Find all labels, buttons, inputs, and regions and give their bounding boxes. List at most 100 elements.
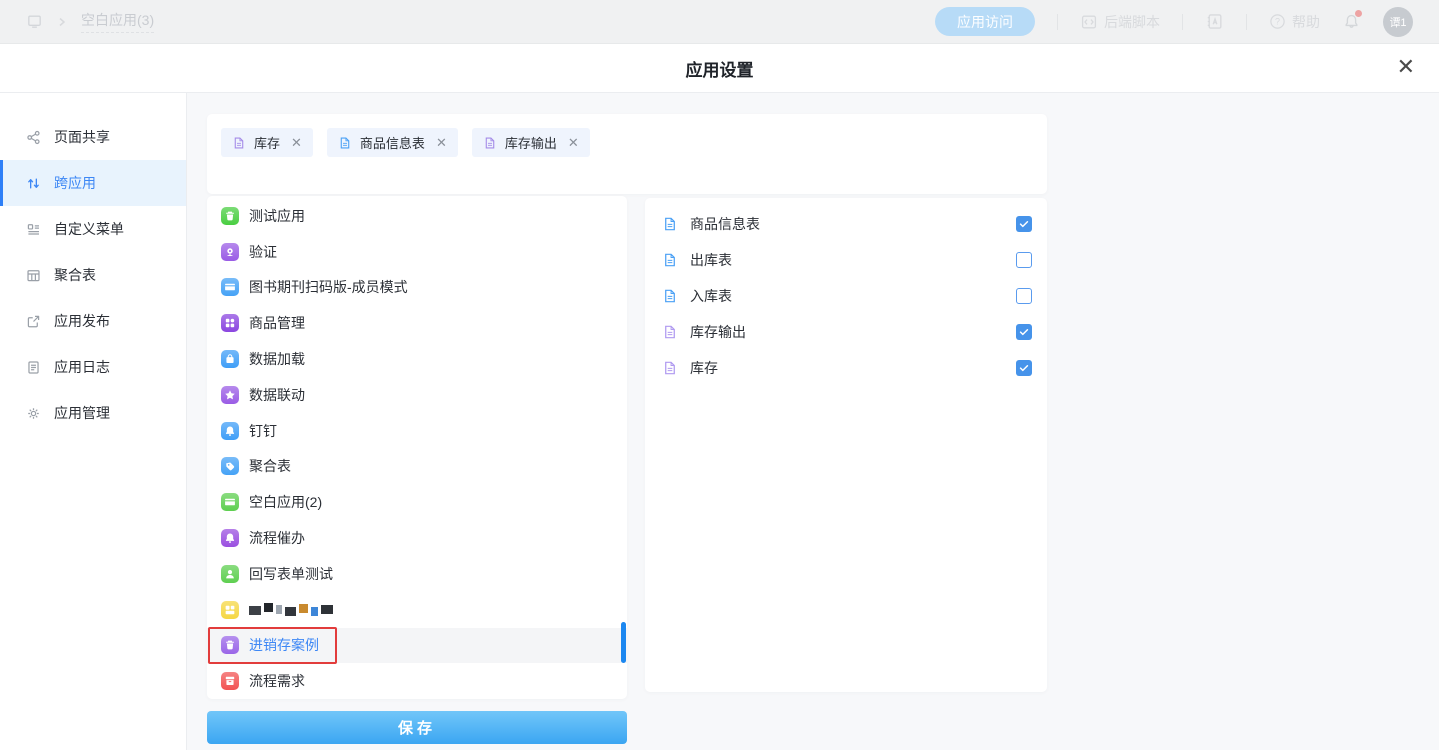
breadcrumb: 空白应用(3) — [26, 10, 154, 33]
divider — [1057, 14, 1058, 30]
trash-app-icon — [221, 207, 239, 225]
table-tag-chip: 库存 ✕ — [221, 128, 313, 157]
sidebar-item-label: 跨应用 — [54, 173, 96, 193]
app-publish-icon — [25, 313, 42, 330]
sidebar: 页面共享跨应用自定义菜单聚合表应用发布应用日志应用管理 — [0, 93, 187, 750]
app-list-item[interactable] — [207, 592, 627, 628]
bag-app-icon — [221, 350, 239, 368]
cross-app-icon — [25, 175, 42, 192]
user-avatar[interactable]: 谭1 — [1383, 7, 1413, 37]
sidebar-item-0[interactable]: 页面共享 — [0, 114, 186, 160]
table-checkbox-unchecked[interactable] — [1016, 288, 1032, 304]
gear-icon — [25, 405, 42, 422]
app-list-item[interactable]: 回写表单测试 — [207, 556, 627, 592]
table-name: 入库表 — [690, 286, 1004, 306]
document-icon — [232, 136, 246, 150]
app-list-item[interactable]: 验证 — [207, 234, 627, 270]
table-list-item: 库存 — [645, 350, 1047, 386]
backend-script-button[interactable]: 后端脚本 — [1080, 12, 1160, 32]
tag-label: 库存 — [254, 133, 280, 152]
app-list-item[interactable]: 数据加载 — [207, 341, 627, 377]
blocks-app-icon — [221, 601, 239, 619]
app-list-item[interactable]: 聚合表 — [207, 449, 627, 485]
help-label: 帮助 — [1292, 12, 1320, 32]
app-list-item[interactable]: 商品管理 — [207, 305, 627, 341]
table-checkbox-checked[interactable] — [1016, 360, 1032, 376]
app-list-item[interactable]: 流程需求 — [207, 663, 627, 699]
app-name: 聚合表 — [249, 456, 291, 476]
document-icon — [662, 252, 678, 268]
sidebar-item-4[interactable]: 应用发布 — [0, 298, 186, 344]
breadcrumb-app-name[interactable]: 空白应用(3) — [81, 10, 154, 33]
sidebar-item-1[interactable]: 跨应用 — [0, 160, 186, 206]
page-title: 应用设置 — [686, 56, 754, 81]
svg-text:?: ? — [1275, 17, 1280, 27]
table-list-item: 入库表 — [645, 278, 1047, 314]
sidebar-item-label: 自定义菜单 — [54, 219, 124, 239]
table-name: 出库表 — [690, 250, 1004, 270]
remove-tag-icon[interactable]: ✕ — [568, 135, 579, 151]
app-log-icon — [25, 359, 42, 376]
sidebar-item-2[interactable]: 自定义菜单 — [0, 206, 186, 252]
sidebar-item-label: 页面共享 — [54, 127, 110, 147]
tag-app-icon — [221, 457, 239, 475]
save-button[interactable]: 保存 — [207, 711, 627, 744]
table-list-item: 商品信息表 — [645, 206, 1047, 242]
api-docs-button[interactable] — [1205, 12, 1224, 31]
sidebar-item-label: 应用日志 — [54, 357, 110, 377]
app-name: 数据联动 — [249, 385, 305, 405]
card-app-icon — [221, 278, 239, 296]
app-name: 测试应用 — [249, 206, 305, 226]
app-list-item[interactable]: 数据联动 — [207, 377, 627, 413]
sidebar-item-5[interactable]: 应用日志 — [0, 344, 186, 390]
camera-app-icon — [221, 243, 239, 261]
table-checkbox-unchecked[interactable] — [1016, 252, 1032, 268]
remove-tag-icon[interactable]: ✕ — [291, 135, 302, 151]
star-app-icon — [221, 386, 239, 404]
help-button[interactable]: ? 帮助 — [1269, 12, 1320, 32]
app-list-item[interactable]: 流程催办 — [207, 520, 627, 556]
tag-label: 库存输出 — [505, 133, 557, 152]
app-list-item[interactable]: 空白应用(2) — [207, 484, 627, 520]
modal-header: 应用设置 ✕ — [0, 44, 1439, 93]
bell-app-icon — [221, 529, 239, 547]
table-list-panel: 商品信息表出库表入库表库存输出库存 — [645, 198, 1047, 692]
table-name: 库存 — [690, 358, 1004, 378]
person-app-icon — [221, 565, 239, 583]
table-name: 商品信息表 — [690, 214, 1004, 234]
box-app-icon — [221, 672, 239, 690]
selected-tables-panel: 库存✕商品信息表✕库存输出✕ — [207, 114, 1047, 194]
sidebar-item-label: 应用发布 — [54, 311, 110, 331]
card-app-icon — [221, 493, 239, 511]
close-icon[interactable]: ✕ — [1397, 56, 1415, 78]
app-list-item[interactable]: 测试应用 — [207, 198, 627, 234]
table-list-item: 出库表 — [645, 242, 1047, 278]
redacted-app-name — [249, 603, 333, 617]
sidebar-item-3[interactable]: 聚合表 — [0, 252, 186, 298]
document-icon — [662, 216, 678, 232]
notification-bell-icon[interactable] — [1342, 12, 1361, 31]
address-book-icon — [1205, 12, 1224, 31]
custom-menu-icon — [25, 221, 42, 238]
grid-app-icon — [221, 314, 239, 332]
sidebar-item-label: 聚合表 — [54, 265, 96, 285]
app-list-item[interactable]: 图书期刊扫码版-成员模式 — [207, 270, 627, 306]
app-list-item[interactable]: 钉钉 — [207, 413, 627, 449]
table-checkbox-checked[interactable] — [1016, 324, 1032, 340]
app-name: 商品管理 — [249, 313, 305, 333]
remove-tag-icon[interactable]: ✕ — [436, 135, 447, 151]
topbar: 空白应用(3) 应用访问 后端脚本 ? 帮助 谭1 — [0, 0, 1439, 44]
app-access-button[interactable]: 应用访问 — [935, 7, 1035, 36]
app-list-item-selected[interactable]: 进销存案例 — [207, 628, 627, 664]
document-icon — [662, 324, 678, 340]
app-name: 进销存案例 — [249, 635, 319, 655]
scrollbar-thumb[interactable] — [621, 622, 626, 663]
backend-script-label: 后端脚本 — [1104, 12, 1160, 32]
app-name: 空白应用(2) — [249, 492, 322, 512]
sidebar-item-6[interactable]: 应用管理 — [0, 390, 186, 436]
app-list-panel: 测试应用验证图书期刊扫码版-成员模式商品管理数据加载数据联动钉钉聚合表空白应用(… — [207, 196, 627, 699]
app-window-icon — [26, 13, 43, 30]
table-tag-chip: 商品信息表✕ — [327, 128, 458, 157]
table-checkbox-checked[interactable] — [1016, 216, 1032, 232]
divider — [1182, 14, 1183, 30]
